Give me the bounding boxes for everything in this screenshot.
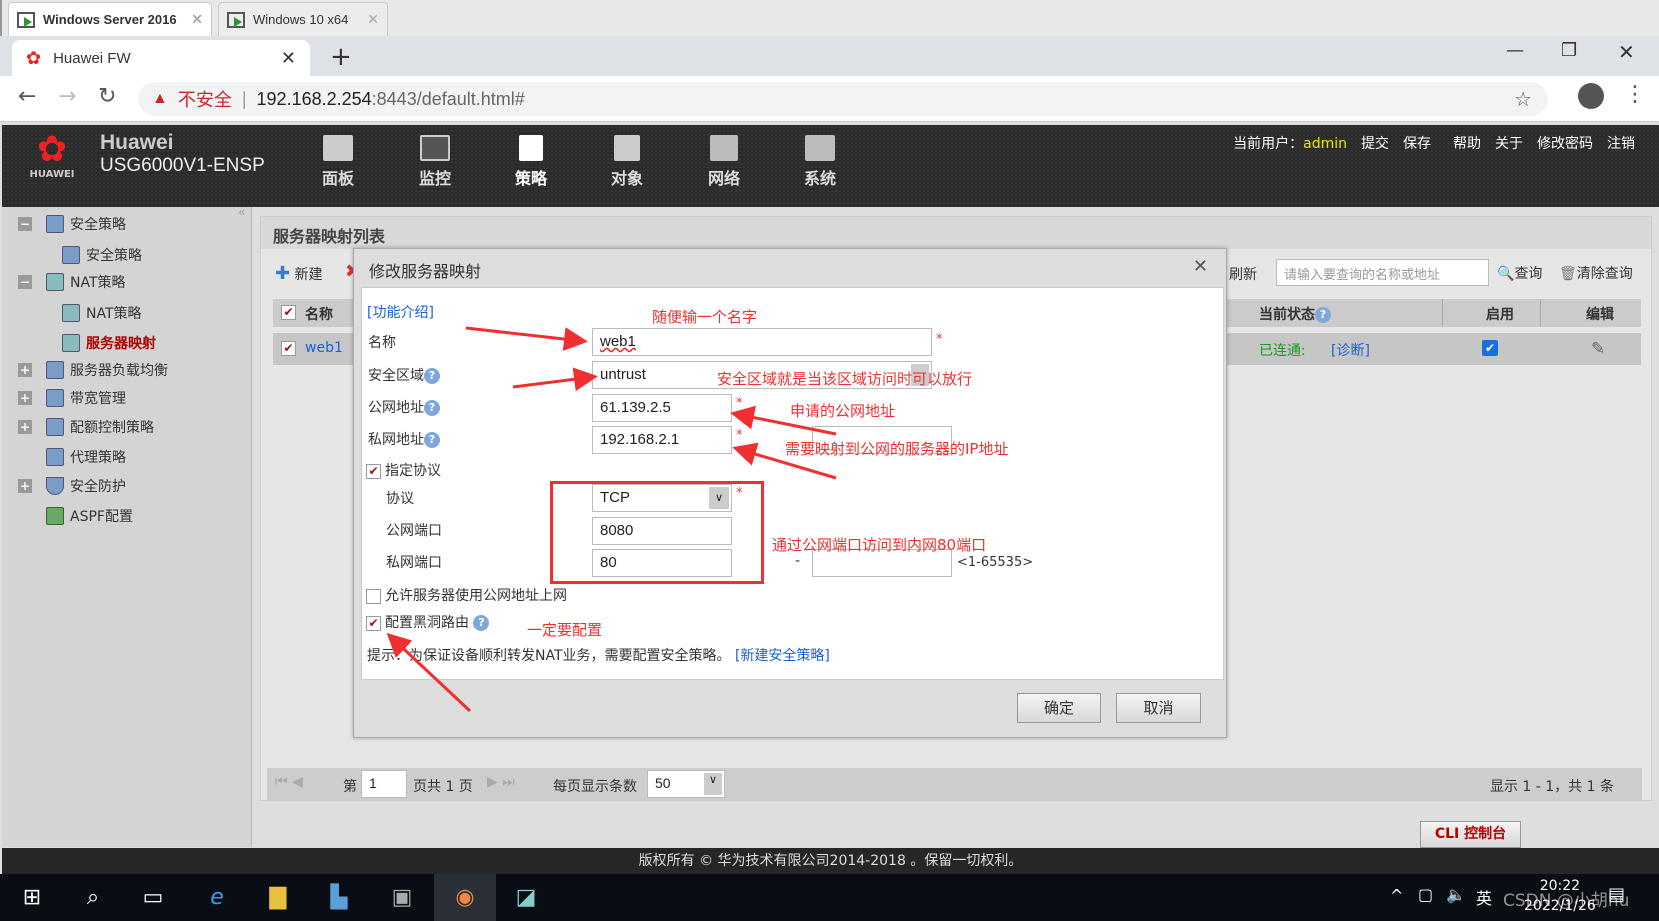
arrow-to-public-address xyxy=(730,405,837,436)
arrow-to-name xyxy=(465,326,588,351)
notification-icon[interactable]: ▤ xyxy=(1608,884,1625,905)
arrow-to-private-address xyxy=(732,442,837,480)
task-view-icon[interactable]: ▭ xyxy=(137,882,169,914)
copyright-footer: 版权所有 © 华为技术有限公司2014-2018 。保留一切权利。 xyxy=(2,848,1659,874)
volume-icon[interactable]: 🔈 xyxy=(1446,885,1466,904)
arrow-to-zone xyxy=(512,367,598,392)
network-icon[interactable]: ▢ xyxy=(1418,885,1433,904)
file-explorer-icon[interactable]: ▇ xyxy=(262,882,294,914)
taskbar: ⊞ ⌕ ▭ e ▇ ▙ ▣ ◉ ◪ ^ ▢ 🔈 英 20:22 2022/1/26… xyxy=(0,874,1659,921)
annotation-arrows xyxy=(386,326,837,713)
arrow-to-blackhole xyxy=(386,632,472,713)
app-icon[interactable]: ◪ xyxy=(510,882,542,914)
chrome-icon[interactable]: ◉ xyxy=(434,874,496,921)
ime-indicator[interactable]: 英 xyxy=(1476,885,1492,909)
server-manager-icon[interactable]: ▙ xyxy=(323,882,355,914)
tray-expand-icon[interactable]: ^ xyxy=(1390,886,1403,905)
command-prompt-icon[interactable]: ▣ xyxy=(386,882,418,914)
internet-explorer-icon[interactable]: e xyxy=(201,882,233,914)
windows-start-icon[interactable]: ⊞ xyxy=(16,882,48,914)
search-icon[interactable]: ⌕ xyxy=(77,882,109,914)
